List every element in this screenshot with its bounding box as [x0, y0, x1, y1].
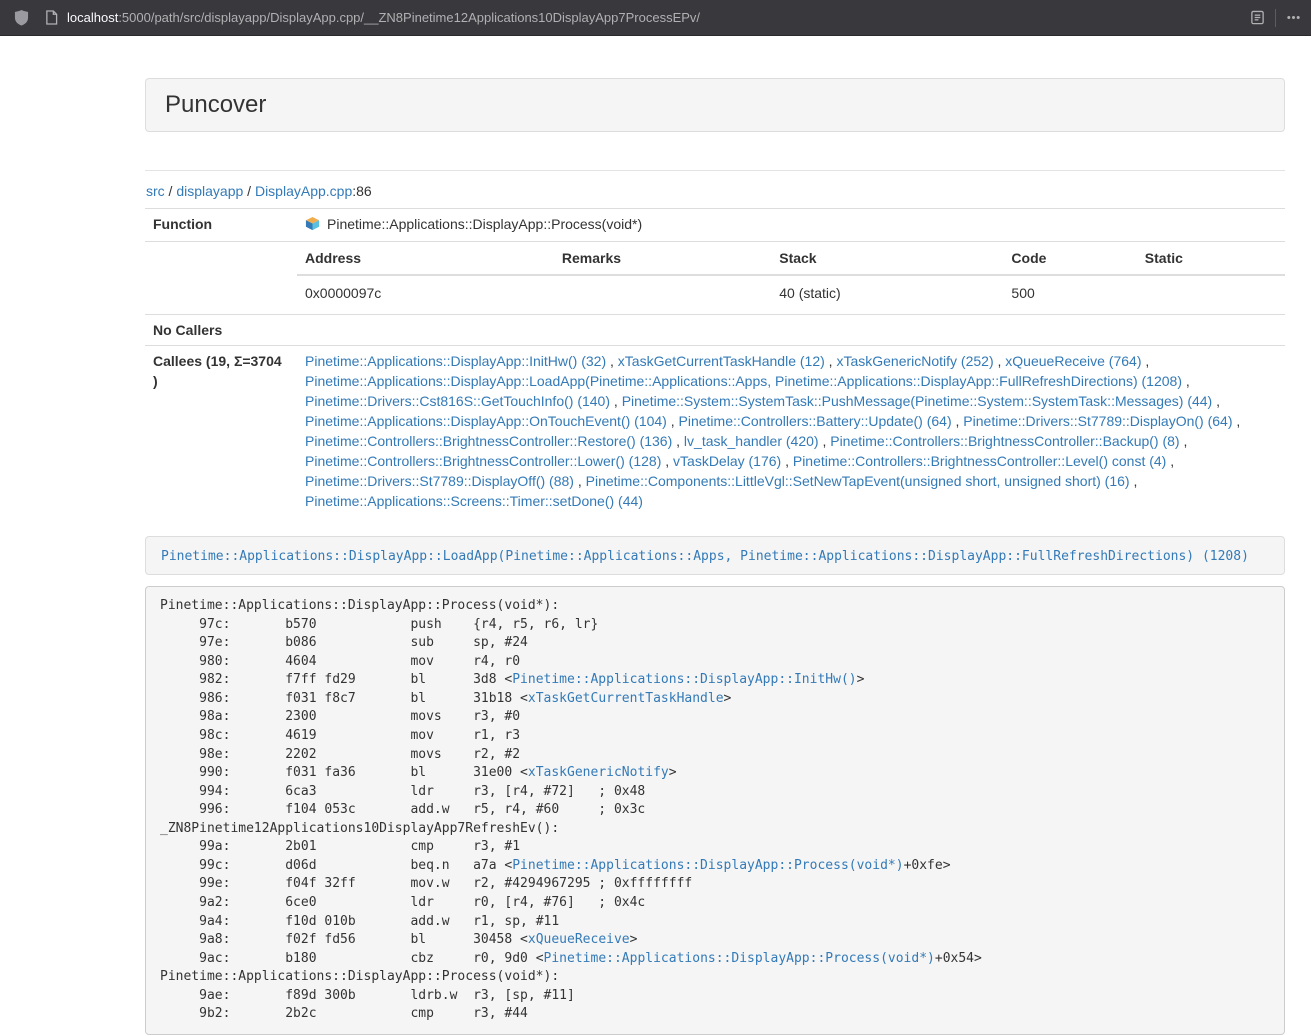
table-row-metrics: AddressRemarksStackCodeStatic 0x0000097c…: [145, 242, 1285, 315]
metrics-value: 0x0000097c: [297, 275, 554, 309]
callee-link[interactable]: xTaskGetCurrentTaskHandle (12): [618, 353, 825, 369]
metrics-value: 500: [1003, 275, 1136, 309]
reader-view-icon[interactable]: [1250, 10, 1265, 25]
callee-link[interactable]: Pinetime::Applications::Screens::Timer::…: [305, 493, 643, 509]
metrics-value: [1137, 275, 1285, 309]
metrics-value-row: 0x0000097c 40 (static)500: [297, 275, 1285, 309]
symbol-section-link[interactable]: Pinetime::Applications::DisplayApp::Load…: [161, 549, 1249, 564]
callee-link[interactable]: Pinetime::Controllers::BrightnessControl…: [793, 453, 1166, 469]
no-callers-cell: [297, 315, 1285, 346]
function-name: Pinetime::Applications::DisplayApp::Proc…: [327, 216, 642, 232]
code-symbol-link[interactable]: xQueueReceive: [528, 932, 630, 947]
breadcrumb-link[interactable]: DisplayApp.cpp: [255, 183, 352, 199]
code-symbol-link[interactable]: Pinetime::Applications::DisplayApp::Proc…: [544, 951, 935, 966]
app-title-panel: Puncover: [145, 78, 1285, 132]
breadcrumb-link[interactable]: src: [146, 183, 165, 199]
overflow-menu-icon[interactable]: [1286, 10, 1301, 25]
url-host: localhost: [67, 10, 118, 25]
disassembly: Pinetime::Applications::DisplayApp::Proc…: [145, 586, 1285, 1035]
table-row-no-callers: No Callers: [145, 315, 1285, 346]
metrics-col-header: Static: [1137, 247, 1285, 275]
callee-link[interactable]: Pinetime::Controllers::BrightnessControl…: [305, 453, 661, 469]
metrics-header-row: AddressRemarksStackCodeStatic: [297, 247, 1285, 275]
breadcrumb: src / displayapp / DisplayApp.cpp:86: [145, 183, 1285, 199]
browser-toolbar: localhost:5000/path/src/displayapp/Displ…: [0, 0, 1311, 36]
callee-link[interactable]: Pinetime::System::SystemTask::PushMessag…: [622, 393, 1213, 409]
function-icon: [305, 216, 320, 236]
shield-icon[interactable]: [14, 9, 29, 26]
callee-link[interactable]: Pinetime::Drivers::St7789::DisplayOn() (…: [963, 413, 1232, 429]
metrics-col-header: Address: [297, 247, 554, 275]
callees-cell: Pinetime::Applications::DisplayApp::Init…: [297, 346, 1285, 517]
breadcrumb-link[interactable]: displayapp: [176, 183, 243, 199]
metrics-table: AddressRemarksStackCodeStatic 0x0000097c…: [297, 247, 1285, 309]
table-row-callees: Callees (19, Σ=3704 ) Pinetime::Applicat…: [145, 346, 1285, 517]
page-icon[interactable]: [45, 10, 58, 25]
callee-link[interactable]: vTaskDelay (176): [673, 453, 781, 469]
callee-link[interactable]: xTaskGenericNotify (252): [836, 353, 993, 369]
function-row-label: Function: [145, 209, 297, 242]
metrics-row-label: [145, 242, 297, 315]
code-symbol-link[interactable]: xTaskGenericNotify: [528, 765, 669, 780]
callees-list: Pinetime::Applications::DisplayApp::Init…: [305, 353, 1240, 509]
page-container: Puncover src / displayapp / DisplayApp.c…: [145, 78, 1285, 1035]
horizontal-divider: [145, 170, 1285, 171]
no-callers-label: No Callers: [145, 315, 297, 346]
callee-link[interactable]: Pinetime::Drivers::Cst816S::GetTouchInfo…: [305, 393, 610, 409]
metrics-value: 40 (static): [771, 275, 1003, 309]
metrics-value: [554, 275, 771, 309]
metrics-col-header: Code: [1003, 247, 1136, 275]
callee-link[interactable]: Pinetime::Controllers::BrightnessControl…: [305, 433, 672, 449]
callee-link[interactable]: Pinetime::Components::LittleVgl::SetNewT…: [586, 473, 1130, 489]
symbol-table: Function Pinetime::Applications::Display…: [145, 208, 1285, 516]
callee-link[interactable]: Pinetime::Controllers::BrightnessControl…: [830, 433, 1179, 449]
callee-link[interactable]: Pinetime::Controllers::Battery::Update()…: [679, 413, 952, 429]
callees-label: Callees (19, Σ=3704 ): [145, 346, 297, 517]
metrics-cell: AddressRemarksStackCodeStatic 0x0000097c…: [297, 242, 1285, 315]
symbol-section-heading: Pinetime::Applications::DisplayApp::Load…: [145, 536, 1285, 575]
code-symbol-link[interactable]: xTaskGetCurrentTaskHandle: [528, 691, 724, 706]
url-bar[interactable]: localhost:5000/path/src/displayapp/Displ…: [45, 10, 1250, 25]
callee-link[interactable]: lv_task_handler (420): [684, 433, 819, 449]
function-cell: Pinetime::Applications::DisplayApp::Proc…: [297, 209, 1285, 242]
callee-link[interactable]: Pinetime::Drivers::St7789::DisplayOff() …: [305, 473, 574, 489]
callee-link[interactable]: Pinetime::Applications::DisplayApp::Load…: [305, 373, 1182, 389]
metrics-col-header: Stack: [771, 247, 1003, 275]
breadcrumb-line-number: :86: [352, 183, 371, 199]
metrics-col-header: Remarks: [554, 247, 771, 275]
callee-link[interactable]: xQueueReceive (764): [1005, 353, 1141, 369]
table-row-function: Function Pinetime::Applications::Display…: [145, 209, 1285, 242]
url-path: :5000/path/src/displayapp/DisplayApp.cpp…: [118, 10, 700, 25]
url-text: localhost:5000/path/src/displayapp/Displ…: [67, 10, 700, 25]
code-symbol-link[interactable]: Pinetime::Applications::DisplayApp::Proc…: [512, 858, 903, 873]
toolbar-divider: [1275, 9, 1276, 27]
page-title: Puncover: [165, 91, 1265, 119]
callee-link[interactable]: Pinetime::Applications::DisplayApp::OnTo…: [305, 413, 667, 429]
code-symbol-link[interactable]: Pinetime::Applications::DisplayApp::Init…: [512, 672, 856, 687]
callee-link[interactable]: Pinetime::Applications::DisplayApp::Init…: [305, 353, 606, 369]
